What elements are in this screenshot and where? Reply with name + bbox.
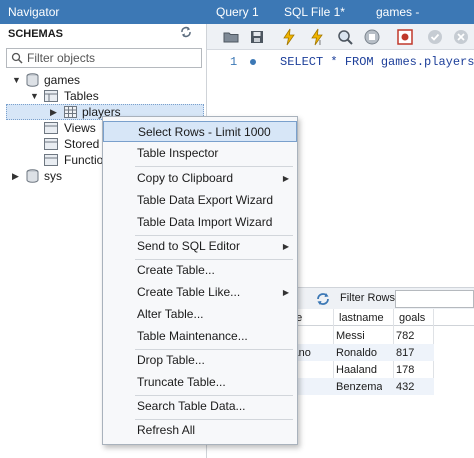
menu-item-drop-table[interactable]: Drop Table... <box>103 350 297 371</box>
sql-wildcard: * <box>323 55 345 69</box>
table-cell[interactable]: 782 <box>396 328 414 344</box>
refresh-schemas-icon[interactable] <box>180 26 192 38</box>
stored-procedures-folder-icon <box>44 138 58 150</box>
table-cell[interactable]: Ronaldo <box>336 345 377 361</box>
table-icon <box>64 106 77 118</box>
execute-current-icon[interactable]: I <box>307 27 327 47</box>
workbench-window: Navigator SCHEMAS ▼ games ▼ Tables ▶ pla… <box>0 0 474 458</box>
menu-item-label: Refresh All <box>137 423 196 437</box>
menu-item-label: Table Data Export Wizard <box>137 193 274 207</box>
toggle-output-icon[interactable] <box>395 27 415 47</box>
tab-sql-file-1[interactable]: SQL File 1* <box>276 0 353 24</box>
database-icon <box>26 73 39 87</box>
menu-item-create-table[interactable]: Create Table... <box>103 260 297 281</box>
sql-target: games.players; <box>373 55 474 69</box>
filter-rows-input[interactable] <box>395 290 474 308</box>
tree-item-sys[interactable]: sys <box>44 168 62 184</box>
refresh-results-icon[interactable] <box>315 291 331 307</box>
menu-item-label: Create Table... <box>137 263 215 277</box>
menu-item-refresh-all[interactable]: Refresh All <box>103 420 297 441</box>
expand-games-toggle[interactable]: ▼ <box>12 76 21 85</box>
table-cell[interactable]: 817 <box>396 345 414 361</box>
table-cell[interactable]: Benzema <box>336 379 382 395</box>
menu-item-label: Table Maintenance... <box>137 329 248 343</box>
save-icon[interactable] <box>247 27 267 47</box>
rollback-icon[interactable] <box>451 27 471 47</box>
explain-icon[interactable] <box>335 27 355 47</box>
filter-objects-input[interactable] <box>27 50 199 66</box>
menu-item-select-rows[interactable]: Select Rows - Limit 1000 <box>103 121 297 142</box>
filter-rows-label: Filter Rows: <box>340 292 399 304</box>
submenu-arrow-icon: ▶ <box>282 288 289 297</box>
tree-item-views[interactable]: Views <box>64 120 96 136</box>
menu-item-label: Select Rows - Limit 1000 <box>138 125 271 139</box>
menu-item-label: Table Inspector <box>137 146 219 160</box>
menu-item-import-wizard[interactable]: Table Data Import Wizard <box>103 212 297 233</box>
column-header-goals[interactable]: goals <box>399 310 425 326</box>
line-number: 1 <box>230 55 238 69</box>
table-context-menu: Select Rows - Limit 1000 Table Inspector… <box>102 116 298 445</box>
tree-item-games[interactable]: games <box>44 72 80 88</box>
search-icon <box>11 52 23 64</box>
functions-folder-icon <box>44 154 58 166</box>
table-cell[interactable]: Messi <box>336 328 365 344</box>
views-folder-icon <box>44 122 58 134</box>
menu-item-label: Copy to Clipboard <box>137 171 234 185</box>
tab-query-1[interactable]: Query 1 <box>208 0 267 24</box>
execute-icon[interactable] <box>279 27 299 47</box>
statement-marker <box>250 59 256 65</box>
filter-objects-box[interactable] <box>6 48 202 68</box>
submenu-arrow-icon: ▶ <box>282 174 289 183</box>
tables-folder-icon <box>44 90 58 102</box>
sql-keyword-from: FROM <box>344 55 374 69</box>
menu-item-export-wizard[interactable]: Table Data Export Wizard <box>103 190 297 211</box>
menu-item-table-inspector[interactable]: Table Inspector <box>103 143 297 164</box>
navigator-title: Navigator <box>0 0 207 24</box>
tree-item-tables[interactable]: Tables <box>64 88 99 104</box>
menu-item-copy-to-clipboard[interactable]: Copy to Clipboard ▶ <box>103 168 297 189</box>
sql-keyword-select: SELECT <box>280 55 324 69</box>
menu-item-send-to-sql-editor[interactable]: Send to SQL Editor ▶ <box>103 236 297 257</box>
menu-item-label: Send to SQL Editor <box>137 239 240 253</box>
menu-separator <box>135 166 293 167</box>
expand-players-toggle[interactable]: ▶ <box>50 108 59 117</box>
open-folder-icon[interactable] <box>221 27 241 47</box>
table-cell[interactable]: Haaland <box>336 362 377 378</box>
menu-item-label: Truncate Table... <box>137 375 226 389</box>
menu-item-label: Drop Table... <box>137 353 205 367</box>
menu-item-table-maintenance[interactable]: Table Maintenance... <box>103 326 297 347</box>
menu-item-alter-table[interactable]: Alter Table... <box>103 304 297 325</box>
database-icon <box>26 169 39 183</box>
sql-toolbar: I <box>207 24 474 50</box>
sql-statement[interactable]: SELECT * FROM games.players; <box>280 55 474 69</box>
menu-item-label: Alter Table... <box>137 307 204 321</box>
commit-icon[interactable] <box>425 27 445 47</box>
menu-item-label: Search Table Data... <box>137 399 246 413</box>
menu-item-label: Create Table Like... <box>137 285 241 299</box>
menu-item-label: Table Data Import Wizard <box>137 215 273 229</box>
tree-item-functions[interactable]: Functio <box>64 152 103 168</box>
tab-games-schema[interactable]: games - Schema <box>368 0 474 43</box>
table-cell[interactable]: 178 <box>396 362 414 378</box>
column-header-lastname[interactable]: lastname <box>339 310 384 326</box>
submenu-arrow-icon: ▶ <box>282 242 289 251</box>
schemas-label: SCHEMAS <box>8 28 64 40</box>
table-cell[interactable]: 432 <box>396 379 414 395</box>
menu-item-search-table-data[interactable]: Search Table Data... <box>103 396 297 417</box>
svg-text:I: I <box>319 40 321 47</box>
menu-item-create-table-like[interactable]: Create Table Like... ▶ <box>103 282 297 303</box>
stop-icon[interactable] <box>362 27 382 47</box>
expand-tables-toggle[interactable]: ▼ <box>30 92 39 101</box>
menu-item-truncate-table[interactable]: Truncate Table... <box>103 372 297 393</box>
expand-sys-toggle[interactable]: ▶ <box>12 172 21 181</box>
